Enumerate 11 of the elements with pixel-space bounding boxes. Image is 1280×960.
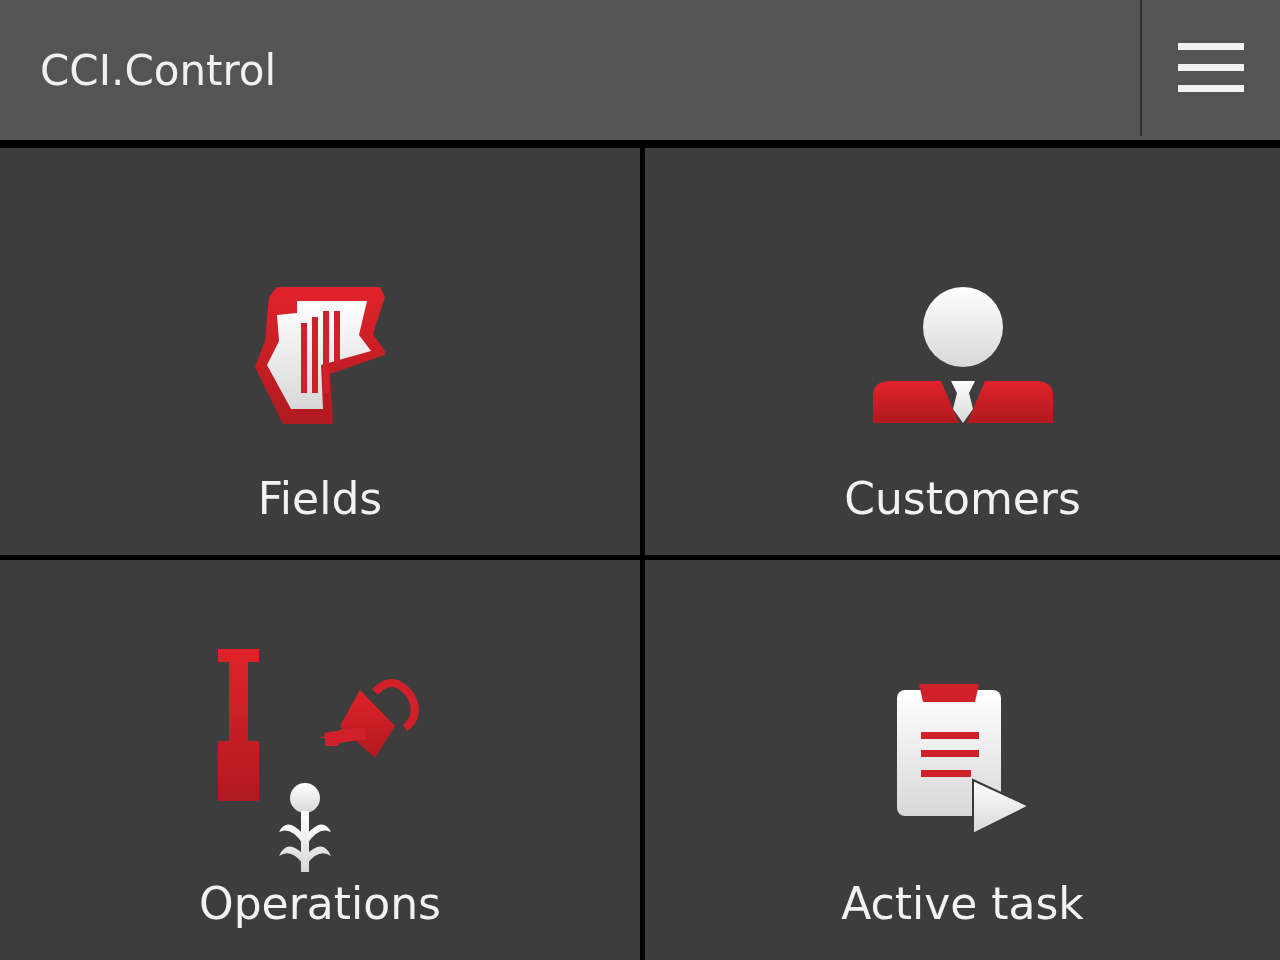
menu-tile[interactable]: Customers bbox=[645, 148, 1280, 555]
menu-tile[interactable]: Active task bbox=[645, 560, 1280, 960]
menu-tile[interactable]: Fields bbox=[0, 148, 640, 555]
tile-label: Customers bbox=[844, 472, 1081, 526]
tile-label: Operations bbox=[199, 877, 441, 931]
tile-label: Active task bbox=[841, 877, 1084, 931]
tile-label: Fields bbox=[257, 472, 383, 526]
menu-tile[interactable]: Operations bbox=[0, 560, 640, 960]
app-title: CCI.Control bbox=[39, 45, 277, 95]
menu-icon bbox=[1178, 43, 1244, 93]
person-icon bbox=[872, 285, 1053, 425]
